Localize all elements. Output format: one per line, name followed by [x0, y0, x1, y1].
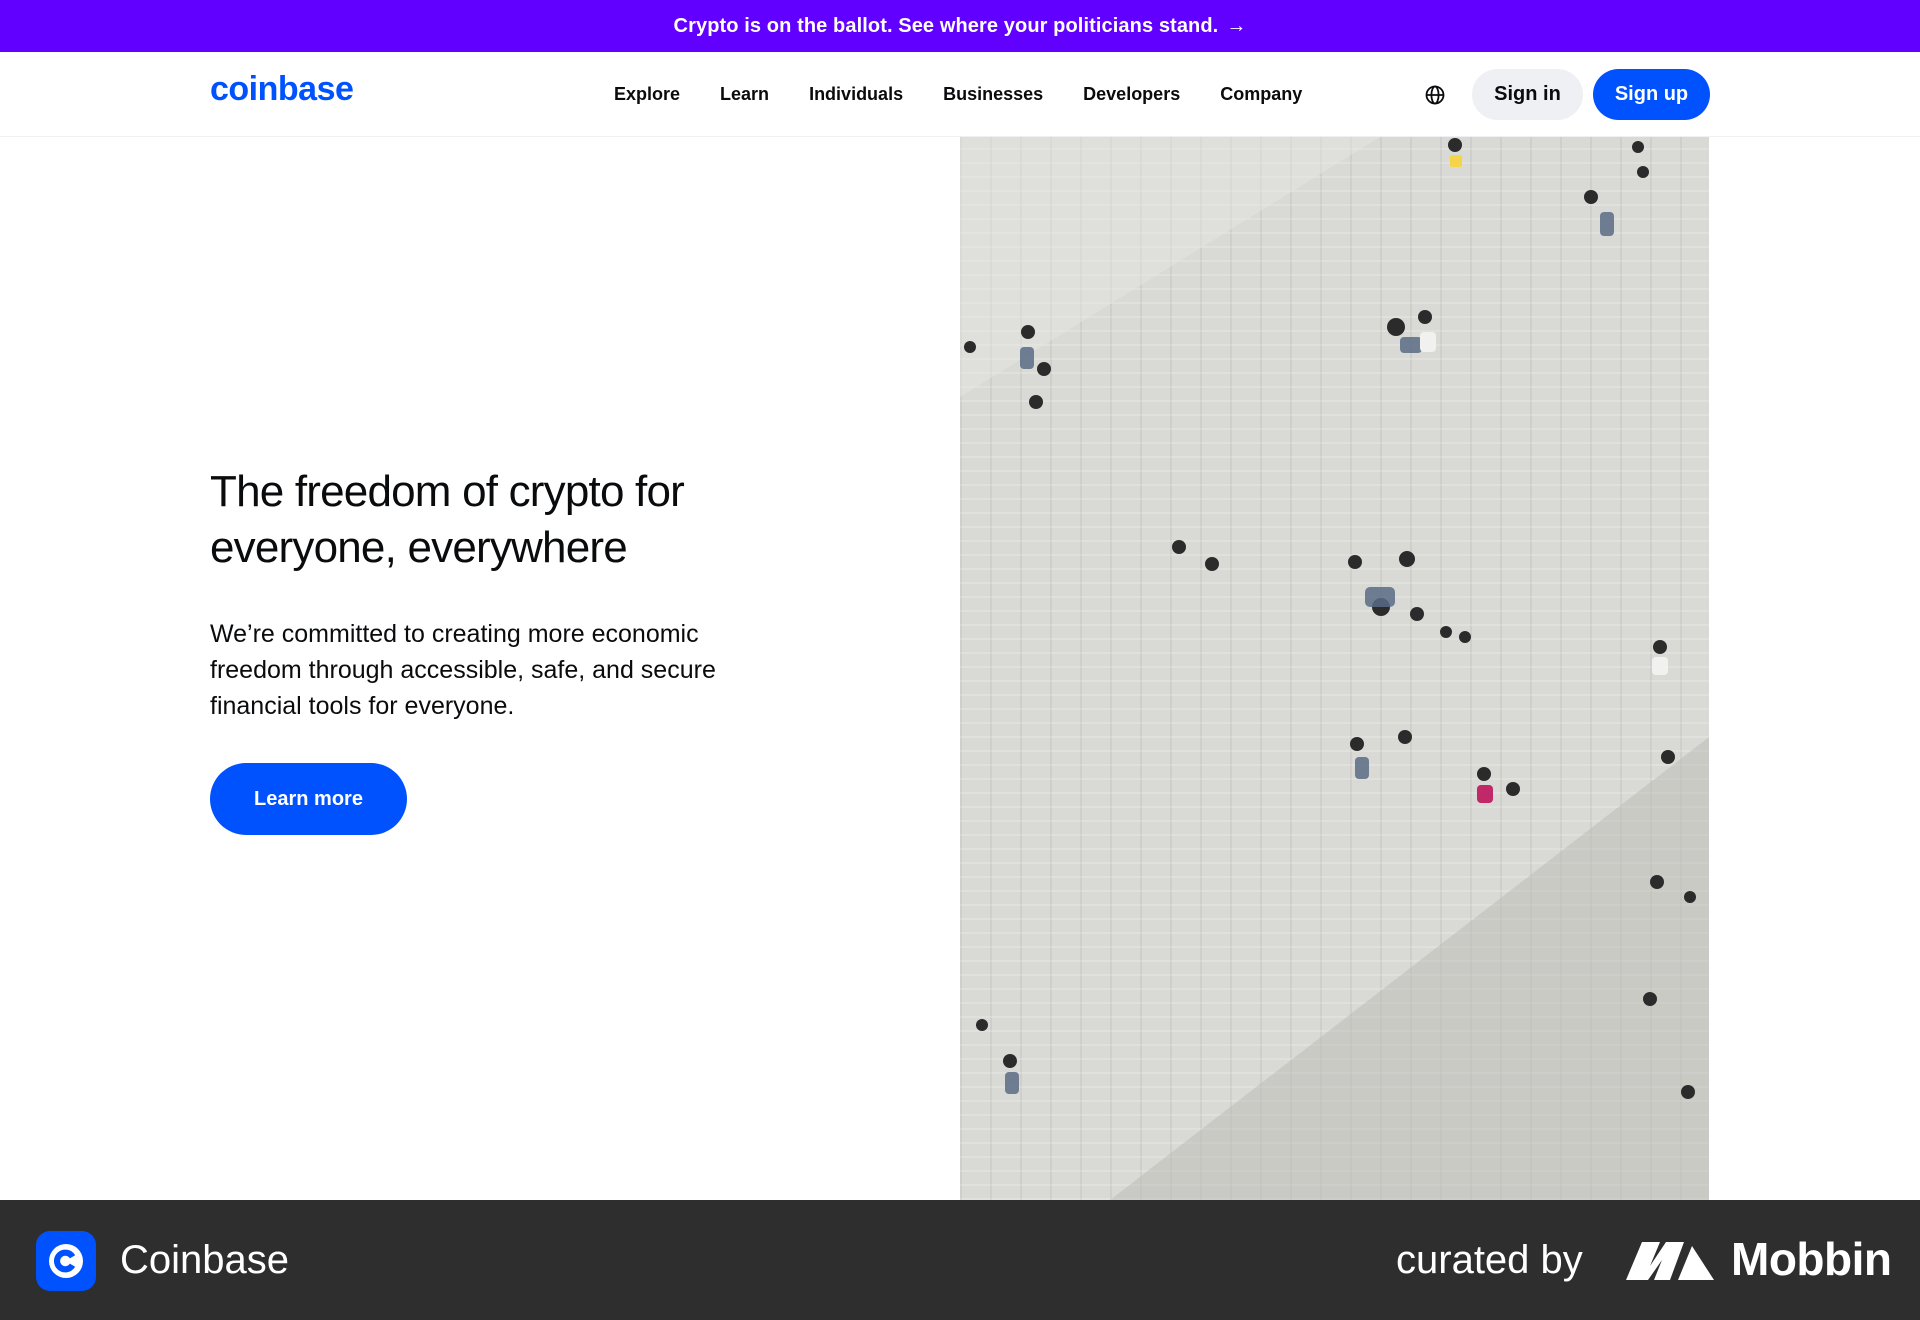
curated-by-label: curated by: [1396, 1238, 1583, 1282]
hero-image: [960, 137, 1709, 1200]
mobbin-footer: Coinbase curated by Mobbin: [0, 1200, 1920, 1320]
mobbin-logo-icon: [1626, 1242, 1714, 1280]
learn-more-button[interactable]: Learn more: [210, 763, 407, 835]
coinbase-app-icon: [36, 1231, 96, 1291]
sign-up-button[interactable]: Sign up: [1593, 69, 1710, 120]
banner-text: Crypto is on the ballot. See where your …: [673, 14, 1219, 37]
plaza-illustration: [960, 137, 1709, 1200]
nav-individuals[interactable]: Individuals: [789, 84, 923, 105]
nav-businesses[interactable]: Businesses: [923, 84, 1063, 105]
announcement-banner[interactable]: Crypto is on the ballot. See where your …: [0, 0, 1920, 52]
arrow-right-icon: →: [1226, 14, 1247, 37]
nav-developers[interactable]: Developers: [1063, 84, 1200, 105]
mobbin-brand: Mobbin: [1731, 1233, 1892, 1285]
hero-title: The freedom of crypto for everyone, ever…: [210, 467, 685, 572]
nav-explore[interactable]: Explore: [614, 84, 700, 105]
main-nav: Explore Learn Individuals Businesses Dev…: [614, 52, 1322, 137]
hero-description: We’re committed to creating more economi…: [210, 620, 716, 720]
sign-in-button[interactable]: Sign in: [1472, 69, 1583, 120]
top-navbar: coinbase Explore Learn Individuals Busin…: [0, 52, 1920, 137]
nav-company[interactable]: Company: [1200, 84, 1322, 105]
coinbase-logo[interactable]: coinbase: [210, 70, 354, 109]
globe-icon[interactable]: [1424, 84, 1446, 106]
app-name: Coinbase: [120, 1238, 290, 1282]
nav-learn[interactable]: Learn: [700, 84, 789, 105]
